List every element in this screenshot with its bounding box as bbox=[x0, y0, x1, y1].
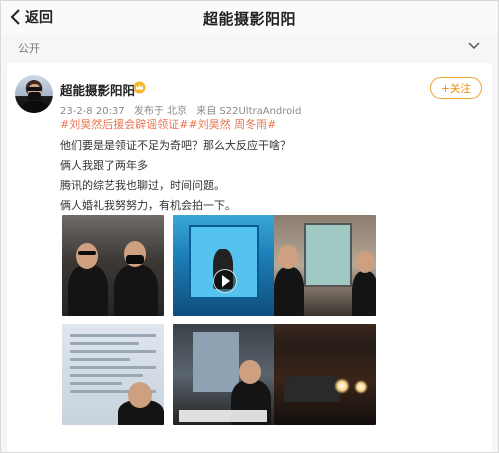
hashtag-link[interactable]: #刘昊然后援会辟谣领证# bbox=[60, 118, 188, 131]
photo-thumbnail[interactable] bbox=[62, 324, 164, 425]
visibility-row[interactable]: 公开 bbox=[1, 34, 498, 60]
photo-grid bbox=[62, 215, 380, 446]
photo-thumbnail[interactable] bbox=[274, 324, 376, 425]
hashtags: #刘昊然后援会辟谣领证##刘昊然 周冬雨# bbox=[60, 116, 276, 132]
chevron-down-icon[interactable] bbox=[468, 41, 480, 51]
post-text-line: 腾讯的综艺我也聊过，时间问题。 bbox=[60, 179, 225, 192]
video-thumbnail[interactable] bbox=[173, 215, 275, 316]
photo-thumbnail[interactable] bbox=[274, 215, 376, 316]
follow-button[interactable]: +关注 bbox=[430, 77, 482, 99]
photo-thumbnail[interactable] bbox=[62, 215, 164, 316]
avatar[interactable] bbox=[15, 75, 53, 113]
hashtag-link[interactable]: #刘昊然 周冬雨# bbox=[188, 118, 276, 131]
post-meta: 23-2-8 20:37 发布于 北京 来自 S22UltraAndroid bbox=[60, 102, 307, 117]
play-icon bbox=[213, 269, 237, 293]
vip-crown-icon bbox=[133, 81, 146, 94]
page-title: 超能摄影阳阳 bbox=[202, 10, 296, 28]
visibility-label: 公开 bbox=[18, 42, 40, 55]
post-text-line: 俩人婚礼我努努力，有机会拍一下。 bbox=[60, 199, 236, 212]
post-text-line: 他们要是是领证不足为奇吧？那么大反应干啥？ bbox=[60, 139, 291, 152]
app-frame: 返回 超能摄影阳阳 公开 超能摄影阳阳 23-2-8 20:37 发布于 北京 … bbox=[0, 0, 499, 453]
top-nav-bar: 返回 超能摄影阳阳 bbox=[1, 1, 498, 34]
author-name[interactable]: 超能摄影阳阳 bbox=[60, 80, 135, 99]
post-text-line: 俩人我跟了两年多 bbox=[60, 159, 148, 172]
post-card: 超能摄影阳阳 23-2-8 20:37 发布于 北京 来自 S22UltraAn… bbox=[7, 63, 492, 452]
photo-thumbnail[interactable] bbox=[173, 324, 275, 425]
post-content: 他们要是是领证不足为奇吧？那么大反应干啥？ 俩人我跟了两年多 腾讯的综艺我也聊过… bbox=[60, 136, 480, 216]
